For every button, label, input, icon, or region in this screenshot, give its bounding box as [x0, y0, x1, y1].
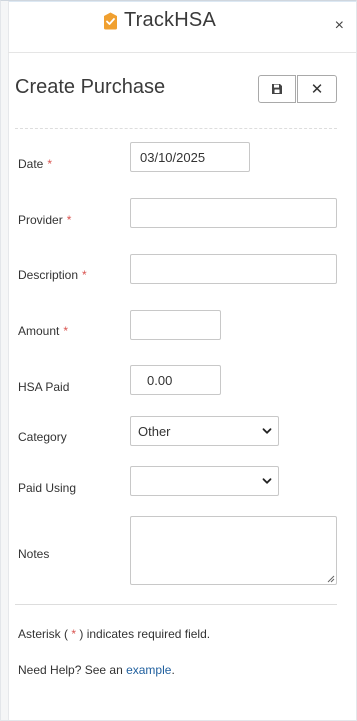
page-title: Create Purchase — [15, 76, 166, 98]
amount-input[interactable] — [130, 310, 221, 340]
cancel-button[interactable]: ✕ — [297, 75, 337, 103]
form-top-divider — [15, 128, 337, 129]
category-selected-value: Other — [138, 423, 171, 439]
save-icon — [272, 84, 282, 94]
form-bottom-divider — [15, 604, 337, 605]
provider-label: Provider * — [18, 213, 72, 227]
notes-label: Notes — [18, 547, 50, 561]
paid-using-select[interactable] — [130, 466, 279, 496]
required-mark: * — [47, 157, 53, 171]
category-label: Category — [18, 430, 67, 444]
required-mark: * — [66, 213, 72, 227]
trackhsa-logo-icon — [104, 12, 117, 29]
description-input[interactable] — [130, 254, 337, 284]
close-panel-icon[interactable]: × — [335, 18, 344, 34]
panel-frame — [0, 0, 357, 721]
brand: TrackHSA — [103, 9, 216, 32]
cancel-icon: ✕ — [310, 81, 324, 98]
notes-textarea[interactable] — [130, 516, 337, 585]
paid-using-label: Paid Using — [18, 481, 77, 495]
required-mark: * — [71, 627, 77, 641]
hsa-paid-input[interactable]: 0.00 — [130, 365, 221, 395]
example-link[interactable]: example — [126, 663, 171, 677]
date-label: Date * — [18, 157, 53, 171]
brand-name: TrackHSA — [124, 9, 216, 31]
required-field-note: Asterisk ( * ) indicates required field. — [18, 627, 211, 641]
required-mark: * — [63, 324, 69, 338]
description-label: Description * — [18, 268, 87, 282]
header: TrackHSA × — [8, 2, 356, 53]
date-input[interactable]: 03/10/2025 — [130, 142, 250, 172]
amount-label: Amount * — [18, 324, 69, 338]
resize-grip-icon[interactable] — [326, 574, 335, 583]
chevron-down-icon — [262, 478, 272, 484]
provider-input[interactable] — [130, 198, 337, 228]
help-note: Need Help? See an example. — [18, 663, 175, 677]
category-select[interactable]: Other — [130, 416, 279, 446]
chevron-down-icon — [262, 428, 272, 434]
hsa-paid-label: HSA Paid — [18, 380, 70, 394]
required-mark: * — [82, 268, 87, 282]
save-button[interactable] — [258, 75, 296, 103]
